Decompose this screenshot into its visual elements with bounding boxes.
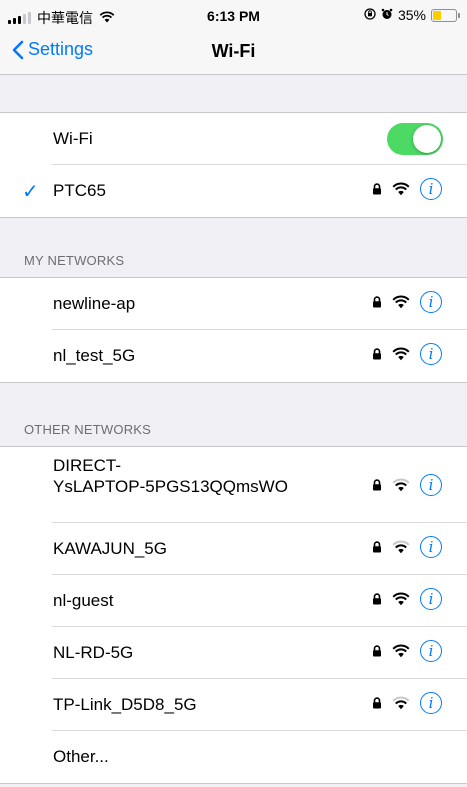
other-networks-group: DIRECT- YsLAPTOP-5PGS13QQmsWO i KAWAJUN_5…: [0, 446, 467, 784]
lock-icon: [372, 479, 382, 491]
wifi-toggle[interactable]: [387, 123, 443, 155]
info-icon[interactable]: i: [420, 692, 442, 714]
network-row[interactable]: KAWAJUN_5G i: [0, 523, 467, 575]
toggle-knob: [413, 125, 441, 153]
info-icon[interactable]: i: [420, 640, 442, 662]
nav-bar: Settings Wi-Fi: [0, 30, 467, 75]
network-row[interactable]: DIRECT- YsLAPTOP-5PGS13QQmsWO i: [0, 447, 467, 523]
network-name-line-2: YsLAPTOP-5PGS13QQmsWO: [53, 477, 288, 496]
wifi-signal-icon: [392, 295, 410, 309]
wifi-toggle-label: Wi-Fi: [53, 129, 93, 148]
wifi-signal-icon: [392, 347, 410, 361]
info-icon[interactable]: i: [420, 536, 442, 558]
info-icon[interactable]: i: [420, 343, 442, 365]
network-name: nl_test_5G: [53, 346, 136, 365]
wifi-signal-icon: [392, 182, 410, 196]
lock-icon: [372, 697, 382, 709]
lock-icon: [372, 183, 382, 195]
info-icon[interactable]: i: [420, 178, 442, 200]
wifi-signal-icon: [392, 644, 410, 658]
lock-icon: [372, 348, 382, 360]
network-row[interactable]: nl-guest i: [0, 575, 467, 627]
page-title: Wi-Fi: [211, 41, 256, 61]
connected-network-row[interactable]: ✓ PTC65 i: [0, 165, 467, 217]
wifi-settings-screen: 中華電信 6:13 PM 35% Settings Wi-Fi Wi-Fi ✓ …: [0, 0, 467, 787]
wifi-toggle-row: Wi-Fi: [0, 113, 467, 165]
info-icon[interactable]: i: [420, 588, 442, 610]
network-name: newline-ap: [53, 294, 136, 313]
lock-icon: [372, 593, 382, 605]
network-name: DIRECT- YsLAPTOP-5PGS13QQmsWO: [53, 455, 288, 497]
battery-percent: 35%: [397, 7, 426, 23]
alarm-icon: [381, 7, 393, 23]
network-name: TP-Link_D5D8_5G: [53, 695, 197, 714]
wifi-signal-weak-icon: [392, 478, 410, 492]
other-network-row[interactable]: Other...: [0, 731, 467, 783]
checkmark-icon: ✓: [22, 181, 39, 203]
other-network-label: Other...: [53, 747, 109, 766]
wifi-signal-weak-icon: [392, 540, 410, 554]
wifi-group: Wi-Fi ✓ PTC65 i: [0, 112, 467, 218]
wifi-signal-weak-icon: [392, 696, 410, 710]
rotation-lock-icon: [364, 7, 376, 23]
network-name: NL-RD-5G: [53, 643, 134, 662]
network-name: PTC65: [53, 181, 106, 200]
network-row[interactable]: newline-ap i: [0, 278, 467, 330]
info-icon[interactable]: i: [420, 291, 442, 313]
status-right: 35%: [364, 7, 460, 23]
status-bar: 中華電信 6:13 PM 35%: [0, 0, 467, 30]
lock-icon: [372, 296, 382, 308]
network-name: KAWAJUN_5G: [53, 539, 167, 558]
network-row[interactable]: nl_test_5G i: [0, 330, 467, 382]
network-row[interactable]: TP-Link_D5D8_5G i: [0, 679, 467, 731]
my-networks-group: newline-ap i nl_test_5G i: [0, 277, 467, 383]
lock-icon: [372, 645, 382, 657]
info-icon[interactable]: i: [420, 474, 442, 496]
network-row[interactable]: NL-RD-5G i: [0, 627, 467, 679]
my-networks-header: MY NETWORKS: [24, 253, 125, 268]
wifi-signal-icon: [392, 592, 410, 606]
lock-icon: [372, 541, 382, 553]
network-name: nl-guest: [53, 591, 114, 610]
network-name-line-1: DIRECT-: [53, 456, 121, 475]
other-networks-header: OTHER NETWORKS: [24, 422, 152, 437]
battery-icon: [431, 8, 460, 22]
